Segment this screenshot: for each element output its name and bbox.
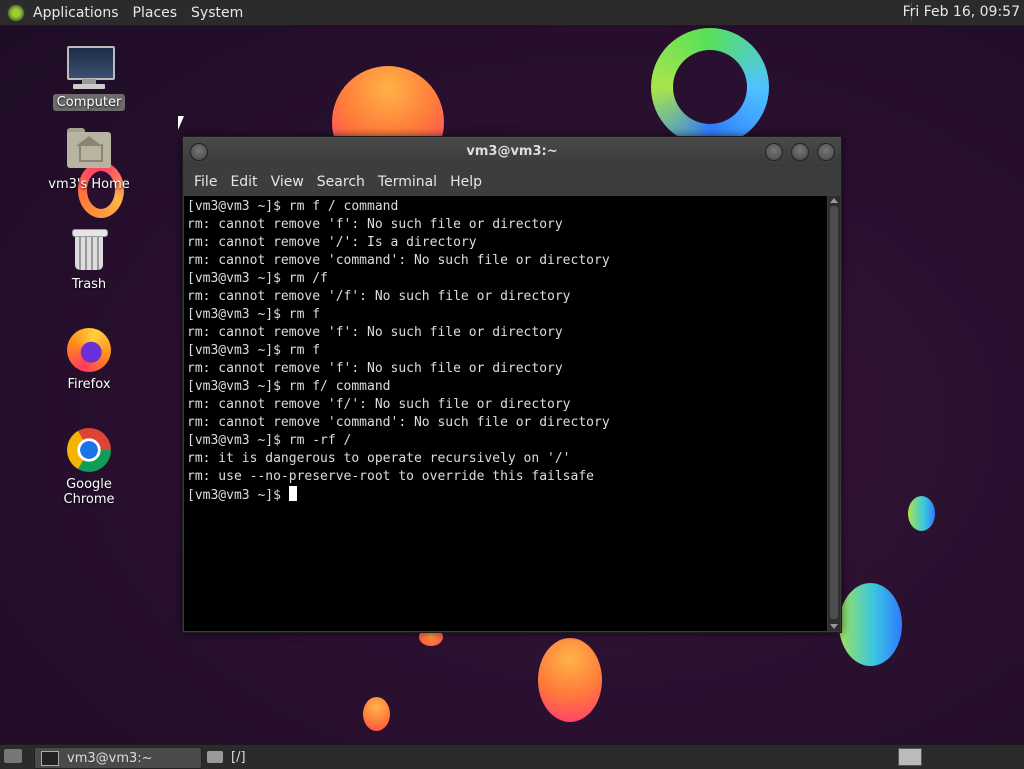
terminal-line: rm: cannot remove 'f/': No such file or … (187, 397, 571, 412)
top-panel: Applications Places System Fri Feb 16, 0… (0, 0, 1024, 26)
menu-applications[interactable]: Applications (33, 5, 119, 21)
menu-system[interactable]: System (191, 5, 243, 21)
window-menu-button[interactable] (190, 143, 208, 161)
terminal-line: rm: it is dangerous to operate recursive… (187, 451, 571, 466)
maximize-button[interactable] (791, 143, 809, 161)
desktop-icon-computer[interactable]: Computer (39, 44, 139, 111)
terminal-line: rm: cannot remove '/': Is a directory (187, 235, 477, 250)
terminal-line: [vm3@vm3 ~]$ rm -rf / (187, 433, 352, 448)
terminal-line: rm: cannot remove 'f': No such file or d… (187, 325, 563, 340)
terminal-window[interactable]: vm3@vm3:~ File Edit View Search Terminal… (182, 136, 842, 633)
scroll-down-arrow-icon[interactable] (830, 624, 838, 629)
workspace-switcher[interactable] (898, 748, 922, 766)
menu-places[interactable]: Places (133, 5, 178, 21)
computer-icon (65, 44, 115, 92)
minimize-button[interactable] (765, 143, 783, 161)
home-folder-icon (65, 126, 113, 174)
text-cursor (288, 486, 297, 501)
desktop-icon-home[interactable]: vm3's Home (39, 126, 139, 193)
terminal-prompt: [vm3@vm3 ~]$ (187, 488, 289, 503)
taskbar-item-label: [/] (231, 749, 246, 765)
terminal-line: [vm3@vm3 ~]$ rm f (187, 307, 321, 322)
menu-file[interactable]: File (194, 174, 217, 190)
terminal-icon (41, 750, 59, 766)
desktop-icon-label: Computer (52, 94, 126, 111)
desktop-icon-label: Firefox (67, 377, 111, 392)
decor-orange-bubble-mid (538, 638, 602, 722)
decor-gradient-ring (651, 28, 769, 146)
scrollbar-thumb[interactable] (830, 206, 838, 619)
folder-icon (207, 751, 223, 763)
menu-search[interactable]: Search (317, 174, 365, 190)
desktop-icon-firefox[interactable]: Firefox (39, 326, 139, 393)
terminal-line: rm: cannot remove 'f': No such file or d… (187, 361, 563, 376)
panel-clock[interactable]: Fri Feb 16, 09:57 (903, 4, 1020, 20)
close-button[interactable] (817, 143, 835, 161)
taskbar-item-terminal[interactable]: vm3@vm3:~ (34, 747, 202, 769)
taskbar-item-file-manager[interactable]: [/] (205, 747, 325, 767)
mouse-cursor-icon (178, 116, 184, 130)
desktop-icon-label: Google Chrome (63, 477, 115, 507)
distro-logo-icon[interactable] (7, 3, 25, 22)
terminal-prompt-line[interactable]: [vm3@vm3 ~]$ (187, 486, 827, 505)
desktop-icon-trash[interactable]: Trash (39, 226, 139, 293)
terminal-line: [vm3@vm3 ~]$ rm f/ command (187, 379, 391, 394)
terminal-line: rm: cannot remove 'command': No such fil… (187, 253, 610, 268)
terminal-line: [vm3@vm3 ~]$ rm /f (187, 271, 328, 286)
trash-icon (65, 226, 113, 274)
terminal-output[interactable]: [vm3@vm3 ~]$ rm f / command rm: cannot re… (184, 196, 827, 631)
bottom-panel: vm3@vm3:~ [/] (0, 744, 1024, 769)
firefox-icon (65, 326, 113, 374)
window-titlebar[interactable]: vm3@vm3:~ (183, 137, 841, 167)
decor-green-bubble-small (908, 496, 935, 531)
desktop-icon-chrome[interactable]: Google Chrome (39, 426, 139, 508)
window-title: vm3@vm3:~ (466, 144, 558, 159)
menu-view[interactable]: View (271, 174, 304, 190)
menu-help[interactable]: Help (450, 174, 482, 190)
decor-orange-bubble-small (363, 697, 390, 731)
terminal-line: [vm3@vm3 ~]$ rm f (187, 343, 321, 358)
terminal-line: rm: cannot remove '/f': No such file or … (187, 289, 571, 304)
chrome-icon (65, 426, 113, 474)
show-desktop-icon[interactable] (4, 749, 22, 763)
taskbar-item-label: vm3@vm3:~ (67, 750, 153, 766)
desktop-icon-label: Trash (71, 277, 107, 292)
terminal-menubar: File Edit View Search Terminal Help (183, 167, 841, 196)
terminal-line: rm: use --no-preserve-root to override t… (187, 469, 594, 484)
terminal-line: [vm3@vm3 ~]$ rm f / command (187, 199, 399, 214)
decor-green-bubble (839, 583, 902, 666)
scroll-up-arrow-icon[interactable] (830, 198, 838, 203)
menu-terminal[interactable]: Terminal (378, 174, 437, 190)
menu-edit[interactable]: Edit (230, 174, 257, 190)
terminal-scrollbar[interactable] (828, 196, 840, 631)
terminal-line: rm: cannot remove 'f': No such file or d… (187, 217, 563, 232)
terminal-line: rm: cannot remove 'command': No such fil… (187, 415, 610, 430)
desktop-icon-label: vm3's Home (48, 177, 130, 192)
